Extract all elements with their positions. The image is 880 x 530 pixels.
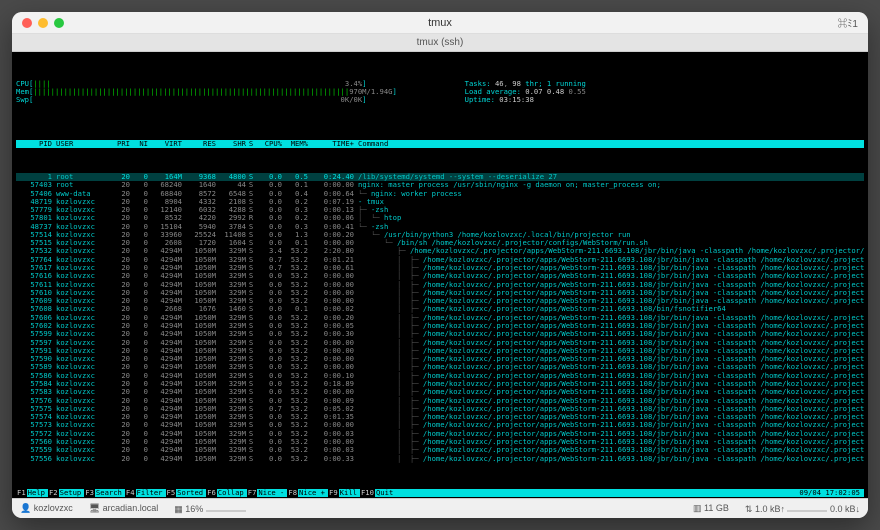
- status-mem: ▥ 11 GB: [693, 503, 729, 514]
- minimize-icon[interactable]: [38, 18, 48, 28]
- uptime-line: Uptime: 03:15:38: [456, 95, 534, 104]
- process-row[interactable]: 57602kozlovzxc2004294M1050M329MS0.053.20…: [16, 322, 864, 330]
- fnkey[interactable]: F3: [84, 489, 95, 497]
- process-row[interactable]: 48719kozlovzxc200890443322108S0.00.20:07…: [16, 198, 864, 206]
- col-pri[interactable]: PRI: [108, 140, 130, 148]
- process-row[interactable]: 57584kozlovzxc2004294M1050M329MS0.053.20…: [16, 380, 864, 388]
- fnkey[interactable]: F6: [206, 489, 217, 497]
- fnkey-label: Sorted: [176, 489, 206, 497]
- swap-meter: Swp[ 0K/0K]: [16, 95, 367, 104]
- app-tab-label: tmux (ssh): [417, 37, 464, 48]
- process-row[interactable]: 57515kozlovzxc200260817201604S0.00.10:00…: [16, 239, 864, 247]
- app-tab[interactable]: tmux (ssh): [12, 34, 868, 52]
- htop-date: 09/04 17:02:05: [795, 489, 864, 497]
- process-row[interactable]: 57575kozlovzxc2004294M1050M329MS0.753.20…: [16, 405, 864, 413]
- col-cpu[interactable]: CPU%: [256, 140, 282, 148]
- htop-fnbar: F1HelpF2SetupF3SearchF4FilterF5SortedF6C…: [16, 489, 864, 497]
- fnkey[interactable]: F9: [328, 489, 339, 497]
- window-titlebar: tmux ⌘ﾐ1: [12, 12, 868, 34]
- process-row[interactable]: 57599kozlovzxc2004294M1050M329MS0.053.20…: [16, 330, 864, 338]
- col-virt[interactable]: VIRT: [148, 140, 182, 148]
- process-row[interactable]: 57574kozlovzxc2004294M1050M329MS0.053.20…: [16, 413, 864, 421]
- fnkey[interactable]: F10: [360, 489, 375, 497]
- fnkey-label: Setup: [59, 489, 85, 497]
- process-row[interactable]: 57572kozlovzxc2004294M1050M329MS0.053.20…: [16, 430, 864, 438]
- col-shr[interactable]: SHR: [216, 140, 246, 148]
- window-right-badge: ⌘ﾐ1: [837, 15, 858, 30]
- process-list[interactable]: 1root200164M93684800S0.00.50:24.40/lib/s…: [16, 173, 864, 463]
- fnkey[interactable]: F1: [16, 489, 27, 497]
- process-row[interactable]: 57610kozlovzxc2004294M1050M329MS0.053.20…: [16, 289, 864, 297]
- fnkey-label: Nice -: [257, 489, 287, 497]
- status-cpu: ▦ 16%: [174, 502, 246, 515]
- fnkey-label: Filter: [136, 489, 166, 497]
- col-time[interactable]: TIME+: [308, 140, 354, 148]
- process-row[interactable]: 57583kozlovzxc2004294M1050M329MS0.053.20…: [16, 388, 864, 396]
- fnkey[interactable]: F2: [48, 489, 59, 497]
- process-row[interactable]: 57559kozlovzxc2004294M1050M329MS0.053.20…: [16, 446, 864, 454]
- col-mem[interactable]: MEM%: [282, 140, 308, 148]
- terminal-viewport[interactable]: CPU[|||| 3.4%] Mem[|||||||||||||||||||||…: [12, 52, 868, 498]
- htop-meters: CPU[|||| 3.4%] Mem[|||||||||||||||||||||…: [16, 72, 864, 113]
- process-row[interactable]: 57617kozlovzxc2004294M1050M329MS0.753.20…: [16, 264, 864, 272]
- traffic-lights: [22, 18, 64, 28]
- process-row[interactable]: 57560kozlovzxc2004294M1050M329MS0.053.20…: [16, 438, 864, 446]
- col-ni[interactable]: NI: [130, 140, 148, 148]
- fnkey[interactable]: F8: [287, 489, 298, 497]
- process-row[interactable]: 57556kozlovzxc2004294M1050M329MS0.053.20…: [16, 455, 864, 463]
- col-cmd[interactable]: Command: [354, 140, 864, 148]
- cpu-sparkline-icon: [206, 502, 246, 512]
- process-row[interactable]: 57514kozlovzxc200339602552411408S0.01.30…: [16, 231, 864, 239]
- fnkey-label: Help: [27, 489, 48, 497]
- fnkey[interactable]: F7: [247, 489, 258, 497]
- process-row[interactable]: 57589kozlovzxc2004294M1050M329MS0.053.20…: [16, 363, 864, 371]
- fnkey-label: Collap: [217, 489, 247, 497]
- process-row[interactable]: 57606kozlovzxc2004294M1050M329MS0.053.20…: [16, 314, 864, 322]
- fnkey-label: Quit: [375, 489, 396, 497]
- fnkey[interactable]: F5: [166, 489, 177, 497]
- terminal-window: tmux ⌘ﾐ1 tmux (ssh) CPU[|||| 3.4%] Mem[|…: [12, 12, 868, 518]
- col-s[interactable]: S: [246, 140, 256, 148]
- process-row[interactable]: 48737kozlovzxc2001510459403784S0.00.30:0…: [16, 223, 864, 231]
- process-row[interactable]: 57597kozlovzxc2004294M1050M329MS0.053.20…: [16, 339, 864, 347]
- process-row[interactable]: 57764kozlovzxc2004294M1050M329MS0.753.20…: [16, 256, 864, 264]
- process-row[interactable]: 57591kozlovzxc2004294M1050M329MS0.053.20…: [16, 347, 864, 355]
- process-row[interactable]: 57801kozlovzxc200853242202992R0.00.20:00…: [16, 214, 864, 222]
- process-header[interactable]: PID USER PRI NI VIRT RES SHR S CPU% MEM%…: [16, 140, 864, 148]
- col-res[interactable]: RES: [182, 140, 216, 148]
- status-net: ⇅ 1.0 kB↑ 0.0 kB↓: [745, 502, 860, 515]
- col-user[interactable]: USER: [52, 140, 108, 148]
- process-row[interactable]: 57608kozlovzxc200266816761460S0.00.10:00…: [16, 305, 864, 313]
- process-row[interactable]: 57616kozlovzxc2004294M1050M329MS0.053.20…: [16, 272, 864, 280]
- net-sparkline-icon: [787, 502, 827, 512]
- iterm-statusbar: 👤 kozlovzxc 🖥 arcadian.local ▦ 16% ▥ 11 …: [12, 498, 868, 518]
- process-row[interactable]: 57586kozlovzxc2004294M1050M329MS0.053.20…: [16, 372, 864, 380]
- zoom-icon[interactable]: [54, 18, 64, 28]
- process-row[interactable]: 57590kozlovzxc2004294M1050M329MS0.053.20…: [16, 355, 864, 363]
- status-host: 🖥 arcadian.local: [89, 503, 158, 514]
- process-row[interactable]: 57611kozlovzxc2004294M1050M329MS0.053.20…: [16, 281, 864, 289]
- process-row[interactable]: 57576kozlovzxc2004294M1050M329MS0.053.20…: [16, 397, 864, 405]
- process-row[interactable]: 1root200164M93684800S0.00.50:24.40/lib/s…: [16, 173, 864, 181]
- process-row[interactable]: 57779kozlovzxc2001214060324288S0.00.30:0…: [16, 206, 864, 214]
- process-row[interactable]: 57532kozlovzxc2004294M1050M329MS3.453.22…: [16, 247, 864, 255]
- close-icon[interactable]: [22, 18, 32, 28]
- status-user: 👤 kozlovzxc: [20, 503, 73, 514]
- fnkey[interactable]: F4: [125, 489, 136, 497]
- fnkey-label: Nice +: [298, 489, 328, 497]
- process-row[interactable]: 57403root20068240164044S0.00.10:00.00ngi…: [16, 181, 864, 189]
- fnkey-label: Search: [95, 489, 125, 497]
- process-row[interactable]: 57609kozlovzxc2004294M1050M329MS0.053.20…: [16, 297, 864, 305]
- process-row[interactable]: 57573kozlovzxc2004294M1050M329MS0.053.20…: [16, 421, 864, 429]
- process-row[interactable]: 57406www-data2006884085726548S0.00.40:00…: [16, 190, 864, 198]
- fnkey-label: Kill: [339, 489, 360, 497]
- window-title: tmux: [428, 17, 452, 29]
- col-pid[interactable]: PID: [16, 140, 52, 148]
